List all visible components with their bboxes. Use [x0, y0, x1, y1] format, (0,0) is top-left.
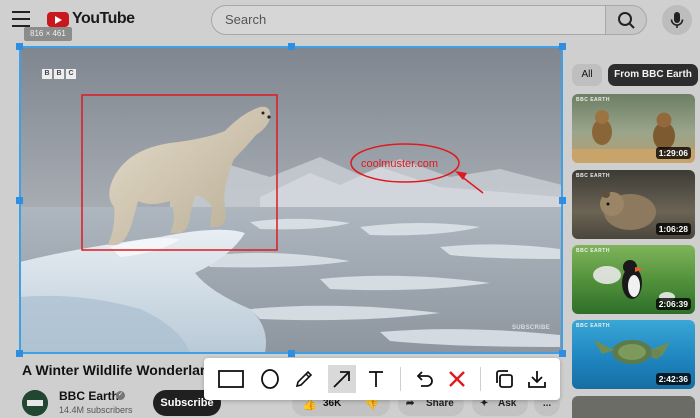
- rectangle-icon: [218, 370, 244, 388]
- video-duration: 1:29:06: [655, 147, 691, 159]
- channel-avatar[interactable]: [22, 390, 48, 416]
- filter-chip-from-bbc-earth[interactable]: From BBC Earth: [608, 64, 698, 86]
- annotation-toolbar: [204, 358, 560, 400]
- bbc-earth-badge: BBC EARTH: [576, 323, 610, 329]
- verified-icon: ✓: [116, 391, 125, 400]
- text-icon: [369, 371, 383, 387]
- bbc-earth-badge: BBC EARTH: [576, 173, 610, 179]
- bbc-earth-avatar-icon: [22, 390, 48, 416]
- undo-button[interactable]: [410, 365, 438, 393]
- rectangle-tool[interactable]: [217, 365, 245, 393]
- pencil-icon: [295, 370, 313, 388]
- ellipse-tool[interactable]: [256, 365, 284, 393]
- channel-name[interactable]: BBC Earth: [59, 389, 119, 403]
- bbc-earth-badge: BBC EARTH: [576, 248, 610, 254]
- video-title: A Winter Wildlife Wonderland: [22, 362, 212, 378]
- undo-icon: [416, 371, 433, 387]
- video-duration: 1:06:28: [655, 223, 691, 235]
- video-duration: 2:06:39: [655, 298, 691, 310]
- pencil-tool[interactable]: [290, 365, 318, 393]
- annotation-arrow[interactable]: [460, 175, 484, 194]
- related-video-thumbnail[interactable]: BBC EARTH 2:06:39: [572, 245, 695, 314]
- annotation-text[interactable]: coolmuster.com: [361, 158, 438, 170]
- annotation-rectangle[interactable]: [81, 94, 278, 251]
- cancel-button[interactable]: [443, 365, 471, 393]
- related-video-thumbnail[interactable]: [572, 396, 695, 418]
- toolbar-divider: [480, 367, 481, 391]
- download-icon: [528, 371, 546, 388]
- text-tool[interactable]: [362, 365, 390, 393]
- arrow-icon: [333, 371, 350, 388]
- filter-chip-all[interactable]: All: [572, 64, 602, 86]
- related-video-thumbnail[interactable]: BBC EARTH 1:29:06: [572, 94, 695, 163]
- bbc-earth-badge: BBC EARTH: [576, 97, 610, 103]
- download-button[interactable]: [523, 365, 551, 393]
- related-video-thumbnail[interactable]: BBC EARTH 2:42:36: [572, 320, 695, 389]
- ellipse-icon: [261, 369, 279, 389]
- close-icon: [449, 371, 465, 387]
- arrow-tool[interactable]: [328, 365, 356, 393]
- subscriber-count: 14.4M subscribers: [59, 405, 133, 415]
- toolbar-divider: [400, 367, 401, 391]
- video-duration: 2:42:36: [655, 373, 691, 385]
- related-video-thumbnail[interactable]: BBC EARTH 1:06:28: [572, 170, 695, 239]
- copy-icon: [496, 370, 513, 388]
- copy-button[interactable]: [490, 365, 518, 393]
